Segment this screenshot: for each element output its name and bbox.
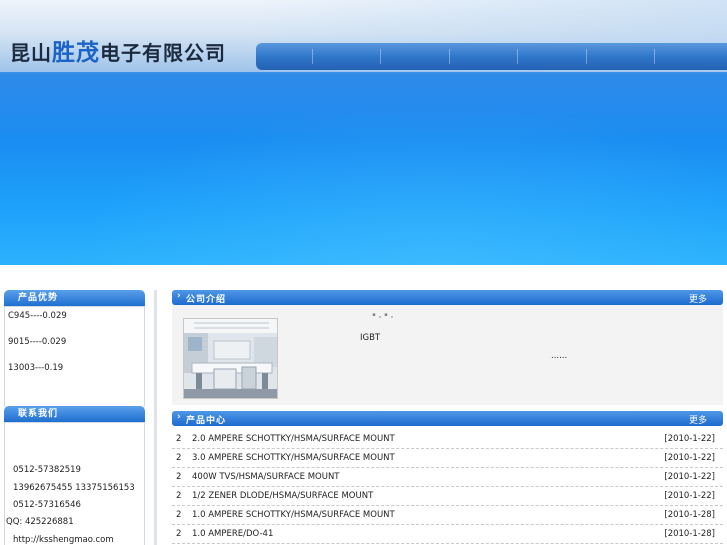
product-date: [2010-1-28] [664,529,715,539]
product-date: [2010-1-22] [664,453,715,463]
product-list: 2 2.0 AMPERE SCHOTTKY/HSMA/SURFACE MOUNT… [172,430,723,544]
nav-separator [586,49,587,64]
product-name[interactable]: 400W TVS/HSMA/SURFACE MOUNT [192,472,340,482]
nav-separator [312,49,313,64]
nav-bar[interactable] [256,43,727,70]
product-name[interactable]: 2.0 AMPERE SCHOTTKY/HSMA/SURFACE MOUNT [192,434,395,444]
product-num: 2 [176,510,182,520]
company-logo[interactable]: 昆山胜茂电子有限公司 [10,33,226,67]
column-divider [154,290,157,545]
arrow-icon: › [177,412,181,422]
product-row[interactable]: 2 1.0 AMPERE SCHOTTKY/HSMA/SURFACE MOUNT… [172,506,723,525]
advantage-item: 13003---0.19 [8,363,64,373]
product-name[interactable]: 1.0 AMPERE SCHOTTKY/HSMA/SURFACE MOUNT [192,510,395,520]
product-num: 2 [176,491,182,501]
nav-separator [517,49,518,64]
advantage-item: 9015----0.029 [8,337,67,347]
about-text-line-2: IGBT [360,333,381,343]
nav-separator [380,49,381,64]
company-photo[interactable] [183,318,278,399]
products-section-header: › 产品中心 更多 [172,411,723,426]
product-row[interactable]: 2 2.0 AMPERE SCHOTTKY/HSMA/SURFACE MOUNT… [172,430,723,449]
products-title: 产品中心 [186,416,227,426]
arrow-icon: › [177,291,181,301]
advantage-panel: 产品优势 C945----0.029 9015----0.029 13003--… [4,290,145,412]
contact-panel: 联系我们 0512-57382519 13962675455 133751561… [4,406,145,545]
logo-suffix: 电子有限公司 [100,41,226,65]
contact-mobile: 13962675455 13375156153 [13,483,135,493]
logo-accent: 胜茂 [52,40,100,66]
contact-title: 联系我们 [4,406,145,422]
contact-website-link[interactable]: http://ksshengmao.com [13,535,114,545]
header-banner: 昆山胜茂电子有限公司 [0,0,727,265]
products-more-link[interactable]: 更多 [689,413,707,426]
nav-separator [449,49,450,64]
product-name[interactable]: 3.0 AMPERE SCHOTTKY/HSMA/SURFACE MOUNT [192,453,395,463]
product-name[interactable]: 1.0 AMPERE/DO-41 [192,529,273,539]
about-text-line-3: ...... [551,351,568,361]
about-panel: " · " · IGBT ...... [172,305,723,405]
product-num: 2 [176,529,182,539]
office-photo-illustration [184,319,277,398]
about-section-header: › 公司介绍 更多 [172,290,723,305]
contact-info: 0512-57382519 13962675455 13375156153 05… [4,422,145,545]
sidebar: 产品优势 C945----0.029 9015----0.029 13003--… [4,290,145,545]
product-date: [2010-1-22] [664,472,715,482]
nav-separator [654,49,655,64]
banner-image [0,72,727,265]
product-num: 2 [176,434,182,444]
product-date: [2010-1-22] [664,491,715,501]
product-date: [2010-1-28] [664,510,715,520]
product-name[interactable]: 1/2 ZENER DLODE/HSMA/SURFACE MOUNT [192,491,373,501]
product-num: 2 [176,472,182,482]
about-more-link[interactable]: 更多 [689,292,707,305]
advantage-item: C945----0.029 [8,311,67,321]
about-title: 公司介绍 [186,295,227,305]
contact-phone: 0512-57382519 [13,465,81,475]
product-date: [2010-1-22] [664,434,715,444]
about-text-line-1: " · " · [372,313,394,323]
advantage-list: C945----0.029 9015----0.029 13003---0.19 [4,306,145,412]
contact-fax: 0512-57316546 [13,500,81,510]
product-row[interactable]: 2 1.0 AMPERE/DO-41 [2010-1-28] [172,525,723,544]
advantage-title: 产品优势 [4,290,145,306]
product-row[interactable]: 2 400W TVS/HSMA/SURFACE MOUNT [2010-1-22… [172,468,723,487]
product-row[interactable]: 2 1/2 ZENER DLODE/HSMA/SURFACE MOUNT [20… [172,487,723,506]
product-num: 2 [176,453,182,463]
contact-qq: QQ: 425226881 [6,517,74,527]
logo-prefix: 昆山 [10,41,52,65]
product-row[interactable]: 2 3.0 AMPERE SCHOTTKY/HSMA/SURFACE MOUNT… [172,449,723,468]
